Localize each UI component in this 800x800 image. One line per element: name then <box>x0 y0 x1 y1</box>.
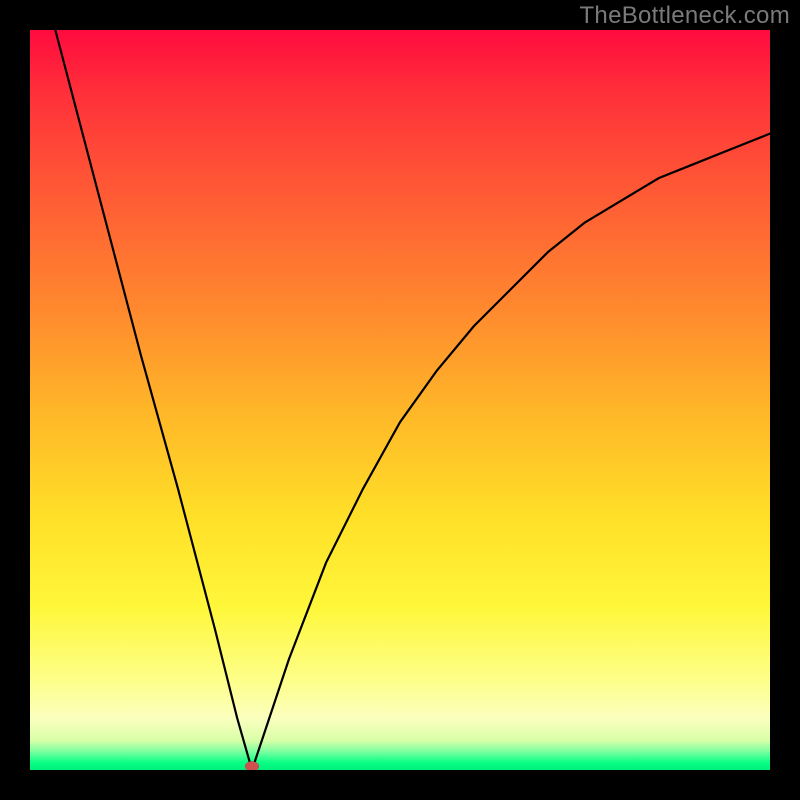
minimum-marker <box>245 761 259 770</box>
chart-container: TheBottleneck.com <box>0 0 800 800</box>
bottleneck-curve <box>30 30 770 770</box>
watermark-label: TheBottleneck.com <box>579 2 790 30</box>
bottleneck-curve-svg <box>30 30 770 770</box>
plot-area <box>30 30 770 770</box>
